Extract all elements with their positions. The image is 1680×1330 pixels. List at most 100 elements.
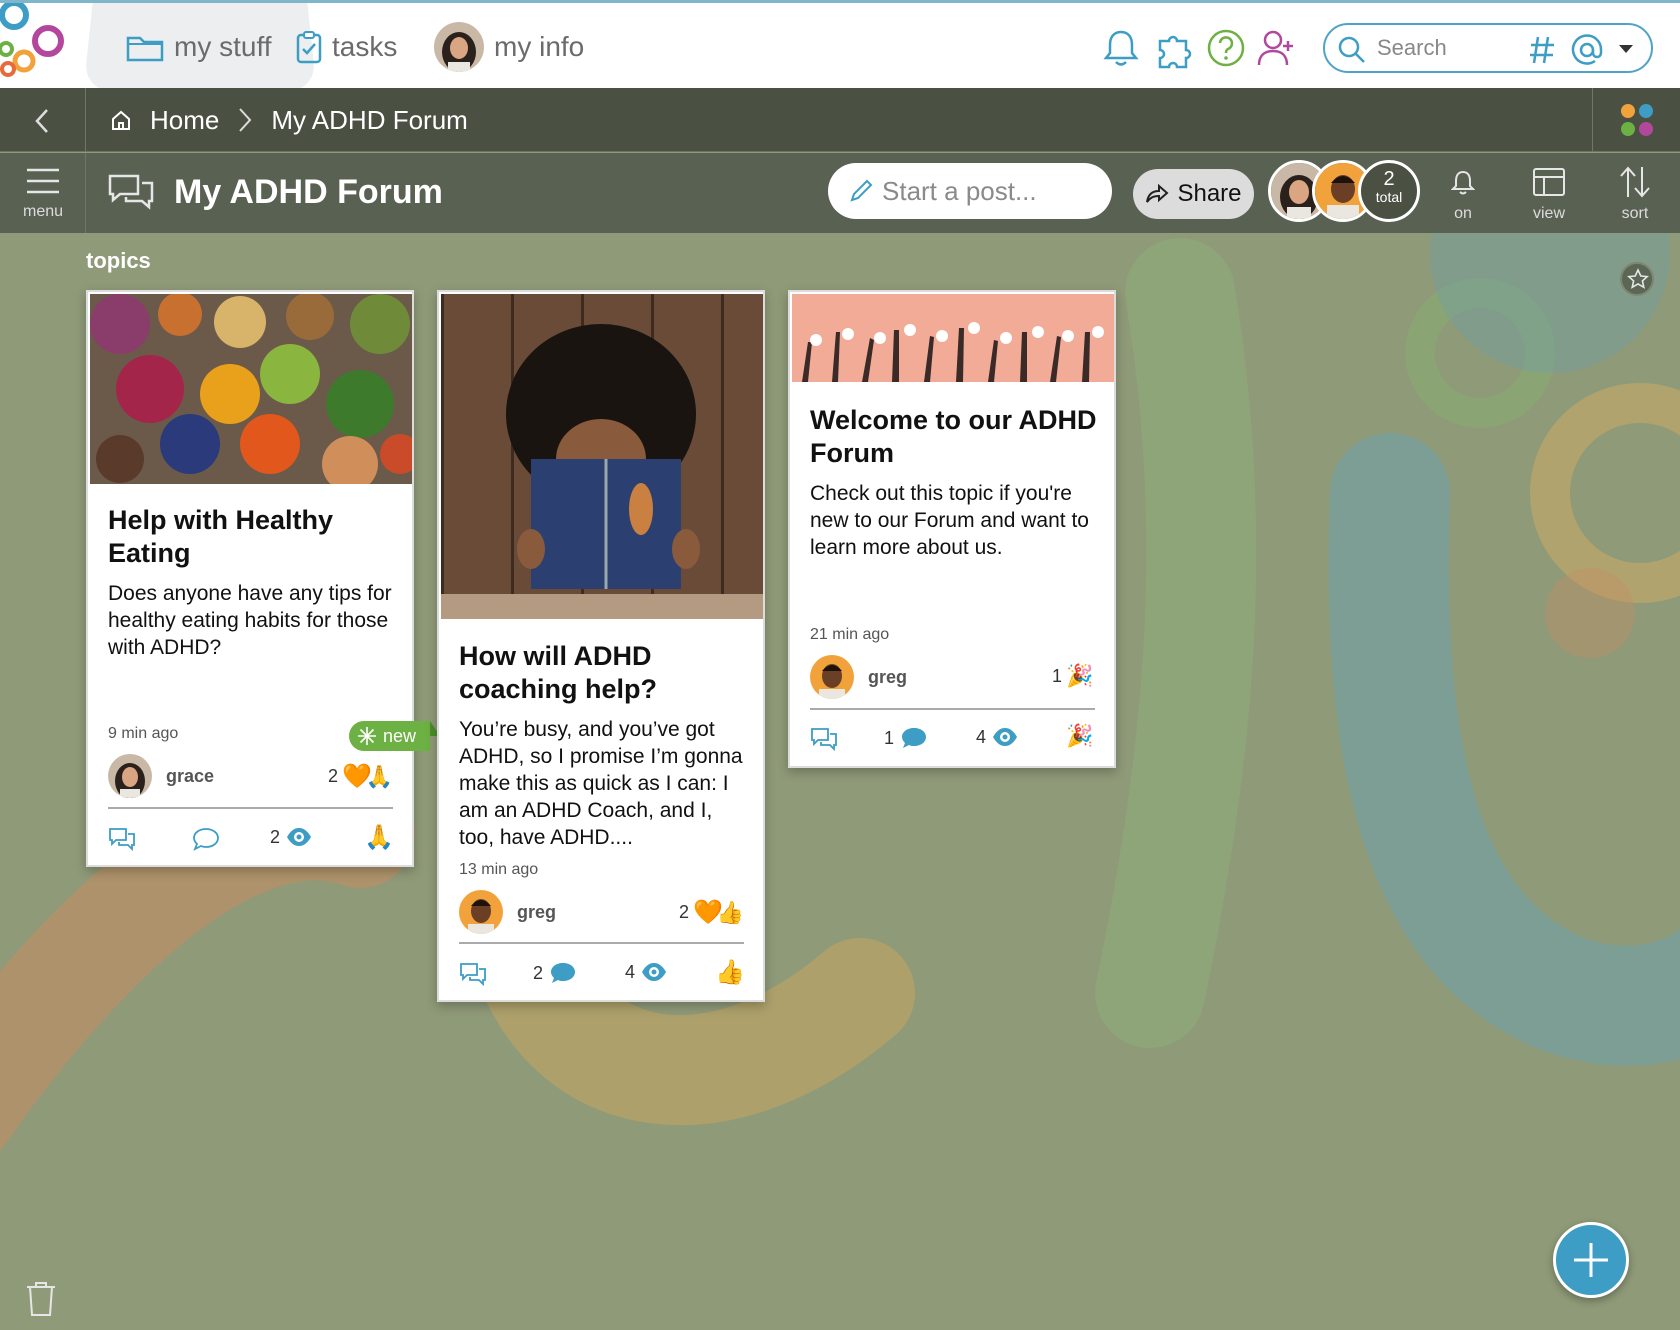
members-stack[interactable]: 2 total — [1268, 160, 1420, 222]
comment-count[interactable]: 2 — [533, 961, 577, 985]
start-post-placeholder: Start a post... — [882, 175, 1037, 206]
card-title[interactable]: How will ADHD coaching help? — [459, 640, 749, 706]
members-count: 2 — [1383, 168, 1395, 190]
notifications-label: on — [1454, 205, 1472, 222]
card-divider — [459, 942, 744, 944]
members-total-label: total — [1375, 189, 1403, 205]
react-party-popper-icon[interactable]: 🎉 — [1066, 723, 1093, 749]
favorite-button[interactable] — [1620, 262, 1654, 296]
menu-label: menu — [22, 203, 64, 220]
forum-toolbar: menu My ADHD Forum Start a post... Share… — [0, 153, 1680, 233]
new-badge: new — [349, 721, 440, 751]
author-name: grace — [166, 765, 215, 786]
add-topic-button[interactable] — [1553, 1222, 1629, 1298]
bell-icon[interactable] — [1100, 27, 1142, 69]
comment-icon[interactable] — [192, 827, 220, 851]
at-icon[interactable] — [1571, 34, 1603, 66]
notifications-toggle[interactable]: on — [1423, 153, 1503, 233]
card-divider — [108, 807, 393, 809]
discussion-icon[interactable] — [108, 827, 136, 851]
share-label: Share — [1177, 180, 1242, 207]
hamburger-icon — [27, 168, 59, 194]
apps-switcher[interactable] — [1592, 88, 1680, 152]
chevron-down-icon[interactable] — [1618, 43, 1634, 55]
discussion-icon[interactable] — [459, 962, 487, 986]
card-author[interactable]: greg — [459, 890, 556, 934]
topic-card[interactable]: Help with Healthy Eating Does anyone hav… — [86, 290, 414, 867]
search-box[interactable]: Search — [1323, 23, 1653, 73]
tab-my-info[interactable]: my info — [434, 3, 584, 91]
card-excerpt: You’re busy, and you’ve got ADHD, so I p… — [459, 718, 743, 849]
author-avatar — [108, 754, 152, 798]
react-pray-icon[interactable]: 🙏 — [364, 823, 394, 852]
app-logo[interactable] — [0, 3, 90, 91]
card-author[interactable]: grace — [108, 754, 214, 798]
sort-button[interactable]: sort — [1595, 153, 1675, 233]
view-button[interactable]: view — [1509, 153, 1589, 233]
author-name: greg — [868, 666, 908, 687]
chevron-right-icon — [239, 108, 252, 132]
thumbs-up-emoji-icon: 👍 — [716, 899, 745, 925]
card-timestamp: 13 min ago — [459, 861, 539, 878]
comment-filled-icon — [551, 963, 576, 983]
view-count: 2 — [270, 826, 312, 848]
view-label: view — [1532, 205, 1565, 222]
card-author[interactable]: greg — [810, 655, 907, 699]
share-button[interactable]: Share — [1133, 169, 1254, 219]
tab-tasks[interactable]: tasks — [296, 3, 397, 91]
help-icon[interactable] — [1205, 27, 1247, 69]
breadcrumb-current: My ADHD Forum — [271, 104, 468, 135]
card-title[interactable]: Help with Healthy Eating — [108, 504, 398, 570]
back-button[interactable] — [0, 88, 86, 152]
puzzle-icon[interactable] — [1154, 27, 1196, 69]
card-timestamp: 9 min ago — [108, 725, 179, 742]
menu-button[interactable]: menu — [0, 153, 86, 233]
sort-label: sort — [1621, 205, 1649, 222]
view-count: 4 — [625, 961, 667, 983]
start-post-input[interactable]: Start a post... — [828, 163, 1112, 219]
sparkle-icon — [358, 727, 376, 745]
card-timestamp: 21 min ago — [810, 626, 890, 643]
comment-filled-icon — [902, 728, 927, 748]
trash-icon[interactable] — [24, 1280, 58, 1318]
discussion-icon[interactable] — [810, 727, 838, 751]
author-avatar — [810, 655, 854, 699]
bell-icon — [1451, 170, 1475, 195]
reactions-summary[interactable]: 2 🧡 🙏 — [328, 762, 393, 791]
new-badge-label: new — [383, 725, 417, 746]
view-count-value: 4 — [625, 961, 636, 982]
pencil-icon — [850, 179, 873, 202]
search-input[interactable]: Search — [1377, 35, 1447, 61]
react-thumbs-up-icon[interactable]: 👍 — [715, 958, 745, 987]
topic-card[interactable]: Welcome to our ADHD Forum Check out this… — [788, 290, 1116, 768]
layout-icon — [1533, 168, 1565, 196]
chevron-left-icon — [35, 109, 48, 133]
reactions-summary[interactable]: 1 🎉 — [1052, 663, 1093, 689]
search-icon — [1338, 36, 1365, 63]
comment-count[interactable]: 1 — [884, 726, 928, 750]
view-count-value: 4 — [976, 726, 987, 747]
sort-arrows-icon — [1620, 166, 1650, 198]
author-avatar — [459, 890, 503, 934]
tab-my-stuff[interactable]: my stuff — [102, 3, 298, 91]
breadcrumb-bar: Home My ADHD Forum — [0, 88, 1680, 152]
view-count: 4 — [976, 726, 1018, 748]
breadcrumb: Home My ADHD Forum — [110, 88, 468, 152]
hashtag-icon[interactable] — [1528, 35, 1556, 65]
add-user-icon[interactable] — [1256, 27, 1298, 69]
card-title[interactable]: Welcome to our ADHD Forum — [810, 404, 1100, 470]
eye-icon — [993, 728, 1018, 746]
reactions-summary[interactable]: 2 🧡 👍 — [679, 898, 744, 927]
apps-grid-icon — [1621, 104, 1653, 136]
members-total-badge: 2 total — [1358, 160, 1420, 222]
card-image-food — [90, 294, 412, 484]
star-icon — [1627, 268, 1649, 289]
tab-tasks-label: tasks — [332, 31, 398, 62]
breadcrumb-home[interactable]: Home — [150, 105, 219, 136]
tab-my-info-label: my info — [494, 31, 585, 62]
topic-card[interactable]: How will ADHD coaching help? You’re busy… — [437, 290, 765, 1002]
reaction-count: 1 — [1052, 665, 1063, 686]
section-label-topics: topics — [86, 248, 151, 273]
view-count-value: 2 — [270, 826, 281, 847]
tab-my-stuff-label: my stuff — [174, 31, 272, 62]
